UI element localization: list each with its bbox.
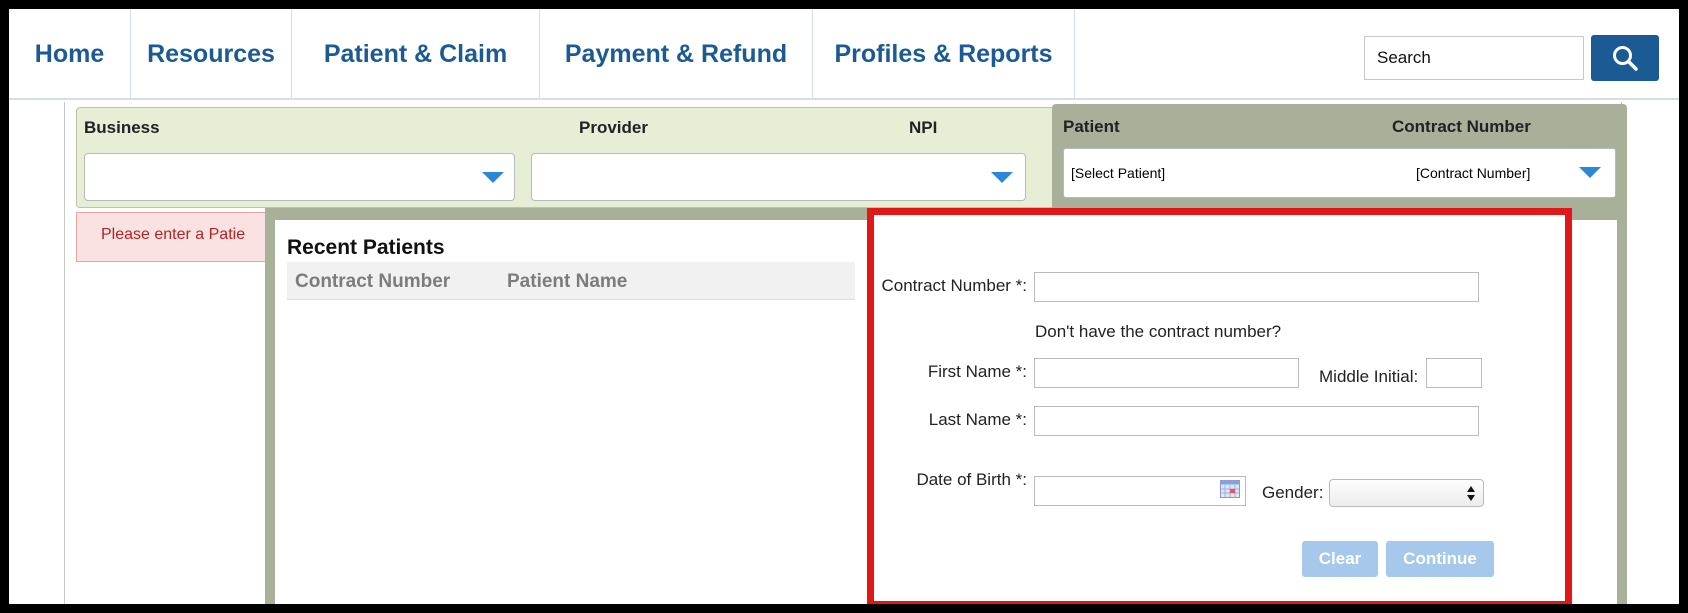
search-button[interactable] — [1591, 35, 1659, 81]
content-border-left — [64, 102, 65, 604]
main-content: Business Provider NPI Patient Contract N… — [9, 102, 1679, 604]
nav-resources[interactable]: Resources — [131, 9, 292, 100]
calendar-icon[interactable] — [1220, 480, 1240, 503]
nav-profiles-reports-label: Profiles & Reports — [834, 40, 1053, 68]
patient-selector-panel: Patient Contract Number [Select Patient]… — [1052, 104, 1627, 209]
first-name-input[interactable] — [1034, 358, 1299, 388]
date-of-birth-input[interactable] — [1034, 476, 1246, 506]
column-contract-number[interactable]: Contract Number — [295, 271, 450, 293]
gender-label: Gender: — [1262, 483, 1324, 502]
search-icon — [1613, 46, 1638, 71]
patient-select-value: [Select Patient] — [1071, 165, 1166, 181]
business-select[interactable] — [84, 153, 515, 201]
last-name-input[interactable] — [1034, 406, 1479, 436]
chevron-down-icon — [991, 172, 1013, 183]
no-contract-hint: Don't have the contract number? — [1035, 322, 1282, 341]
patient-label: Patient — [1063, 117, 1120, 136]
recent-patients-title: Recent Patients — [287, 236, 445, 259]
clear-button[interactable]: Clear — [1302, 541, 1378, 577]
contract-select-value: [Contract Number] — [1416, 165, 1531, 181]
error-message: Please enter a Patie — [76, 212, 265, 262]
provider-label: Provider — [579, 118, 648, 137]
patient-dropdown-body: Recent Patients Contract Number Patient … — [275, 208, 1617, 604]
patient-search-form: Contract Number *: Don't have the contra… — [867, 208, 1572, 604]
nav-payment-refund[interactable]: Payment & Refund — [540, 9, 813, 100]
contract-number-input[interactable] — [1034, 272, 1479, 302]
chevron-down-icon — [482, 172, 504, 183]
continue-button[interactable]: Continue — [1386, 541, 1494, 577]
nav-resources-label: Resources — [147, 40, 275, 68]
business-label: Business — [84, 118, 160, 137]
select-arrows-icon — [1467, 486, 1475, 501]
nav-home[interactable]: Home — [9, 9, 131, 100]
column-patient-name[interactable]: Patient Name — [507, 271, 627, 293]
nav-payment-refund-label: Payment & Refund — [564, 40, 788, 68]
patient-dropdown-panel: Recent Patients Contract Number Patient … — [265, 208, 1627, 604]
provider-selector-bar: Business Provider NPI — [76, 107, 1056, 208]
top-navigation: Home Resources Patient & Claim Payment &… — [9, 9, 1679, 100]
nav-profiles-reports[interactable]: Profiles & Reports — [813, 9, 1075, 100]
nav-home-label: Home — [34, 40, 105, 68]
gender-select[interactable] — [1329, 479, 1484, 507]
last-name-label: Last Name *: — [928, 410, 1027, 429]
search-input[interactable] — [1364, 36, 1584, 80]
npi-label: NPI — [909, 118, 938, 137]
contract-number-field-label: Contract Number *: — [881, 276, 1028, 295]
date-of-birth-label: Date of Birth *: — [916, 470, 1027, 489]
contract-number-label: Contract Number — [1392, 117, 1531, 136]
first-name-label: First Name *: — [927, 362, 1027, 381]
middle-initial-input[interactable] — [1426, 358, 1482, 388]
error-text: Please enter a Patie — [101, 226, 246, 243]
nav-patient-claim[interactable]: Patient & Claim — [292, 9, 540, 100]
provider-select[interactable] — [531, 153, 1026, 201]
chevron-down-icon — [1579, 167, 1601, 178]
nav-patient-claim-label: Patient & Claim — [323, 40, 508, 68]
middle-initial-label: Middle Initial: — [1319, 367, 1419, 386]
browser-page: Home Resources Patient & Claim Payment &… — [6, 6, 1682, 607]
patient-select[interactable]: [Select Patient] [Contract Number] — [1063, 148, 1616, 198]
recent-patients-table-header: Contract Number Patient Name — [287, 262, 855, 300]
